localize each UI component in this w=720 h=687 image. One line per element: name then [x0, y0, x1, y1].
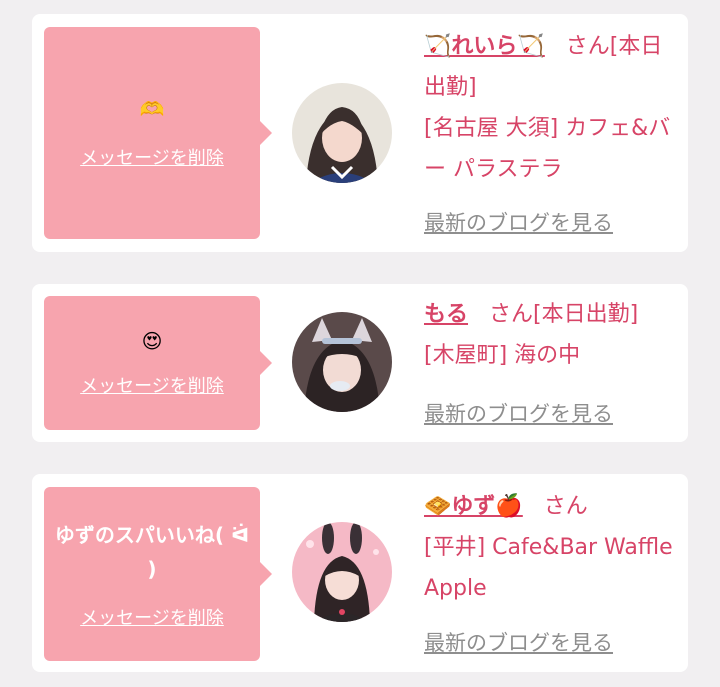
message-card: 😍 メッセージを削除 もる さん[本日出勤] [木屋町] 海の中 最新のブログを… — [32, 284, 688, 442]
cast-name-link[interactable]: 🏹れいら🏹 — [424, 34, 545, 59]
cast-info: もる さん[本日出勤] [木屋町] 海の中 — [424, 294, 674, 376]
message-card: ゆずのスパいいね( ᐛ ) メッセージを削除 🧇ゆず🍎 さん [平井] Cafe… — [32, 474, 688, 672]
cast-info: 🏹れいら🏹 さん[本日出勤] [名古屋 大須] カフェ&バー パラステラ — [424, 26, 674, 190]
shop-name: [木屋町] 海の中 — [424, 343, 581, 368]
status-badge: [本日出勤] — [533, 302, 639, 327]
message-bubble: 🫶 メッセージを削除 — [44, 27, 272, 239]
shop-name: [名古屋 大須] カフェ&バー パラステラ — [424, 116, 671, 182]
delete-message-link[interactable]: メッセージを削除 — [80, 604, 224, 630]
cast-info: 🧇ゆず🍎 さん [平井] Cafe&Bar Waffle Apple — [424, 486, 674, 609]
latest-blog-link[interactable]: 最新のブログを見る — [424, 207, 613, 237]
delete-message-link[interactable]: メッセージを削除 — [80, 372, 224, 398]
avatar[interactable] — [292, 522, 392, 622]
honorific: さん — [565, 34, 610, 59]
cast-name-link[interactable]: 🧇ゆず🍎 — [424, 494, 523, 519]
shop-name: [平井] Cafe&Bar Waffle Apple — [424, 535, 673, 601]
message-text: ゆずのスパいいね( ᐛ ) — [54, 523, 250, 581]
person-photo-icon — [292, 522, 392, 622]
latest-blog-link[interactable]: 最新のブログを見る — [424, 627, 613, 657]
delete-message-link[interactable]: メッセージを削除 — [80, 144, 224, 170]
message-bubble: 😍 メッセージを削除 — [44, 296, 272, 430]
person-photo-icon — [292, 312, 392, 412]
person-photo-icon — [292, 83, 392, 183]
avatar[interactable] — [292, 312, 392, 412]
message-emoji: 😍 — [141, 329, 163, 353]
honorific: さん — [489, 302, 534, 327]
cast-name-link[interactable]: もる — [424, 302, 468, 327]
avatar[interactable] — [292, 83, 392, 183]
latest-blog-link[interactable]: 最新のブログを見る — [424, 398, 613, 428]
message-bubble: ゆずのスパいいね( ᐛ ) メッセージを削除 — [44, 487, 272, 661]
honorific: さん — [543, 494, 588, 519]
message-emoji: 🫶 — [139, 97, 165, 121]
message-card: 🫶 メッセージを削除 🏹れいら🏹 さん[本日出勤] [名古屋 大須] カフェ&バ… — [32, 14, 688, 252]
